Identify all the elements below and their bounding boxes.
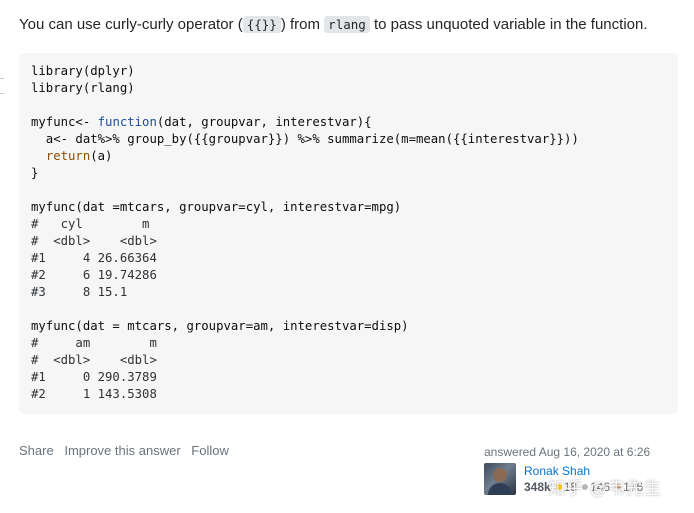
code-line: } (31, 165, 666, 182)
code-token: # <dbl> <dbl> (31, 234, 157, 248)
left-gutter-marks (0, 78, 6, 108)
code-token: # cyl m (31, 217, 150, 231)
code-token: myfunc(dat = mtcars, groupvar=am, intere… (31, 319, 409, 333)
code-token: # <dbl> <dbl> (31, 353, 157, 367)
gutter-mark (0, 78, 4, 79)
gutter-mark (0, 93, 4, 94)
code-token: myfunc(dat =mtcars, groupvar=cyl, intere… (31, 200, 402, 214)
gold-badge-icon (555, 484, 562, 491)
code-line: # cyl m (31, 216, 666, 233)
answered-timestamp: answered Aug 16, 2020 at 6:26 (484, 445, 651, 459)
code-line: myfunc(dat = mtcars, groupvar=am, intere… (31, 318, 666, 335)
intro-text-after: to pass unquoted variable in the functio… (369, 16, 648, 33)
code-line: #1 0 290.3789 (31, 369, 666, 386)
code-token: # am m (31, 336, 157, 350)
code-line: library(rlang) (31, 80, 666, 97)
code-block[interactable]: library(dplyr) library(rlang) myfunc<- fun… (19, 53, 678, 414)
code-token: } (31, 166, 39, 180)
code-token: #1 4 26.66364 (31, 251, 157, 265)
post-menu: Share Improve this answer Follow (19, 443, 236, 458)
code-token: #3 8 15.1 (31, 285, 128, 299)
code-line: myfunc(dat =mtcars, groupvar=cyl, intere… (31, 199, 666, 216)
code-line: myfunc<- function(dat, groupvar, interes… (31, 114, 666, 131)
bronze-badge-count: 176 (623, 480, 644, 494)
code-token: return (45, 149, 91, 163)
code-line: return(a) (31, 148, 666, 165)
share-link[interactable]: Share (19, 443, 54, 458)
code-line: #2 6 19.74286 (31, 267, 666, 284)
silver-badge-count: 146 (590, 480, 611, 494)
code-line: #2 1 143.5308 (31, 386, 666, 403)
silver-badge-icon (582, 484, 589, 491)
improve-answer-link[interactable]: Improve this answer (64, 443, 180, 458)
user-details: Ronak Shah 348k 18 146 176 (524, 463, 643, 495)
intro-text-middle: ) from (280, 16, 325, 33)
code-token: library(dplyr) (31, 64, 135, 78)
inline-code-rlang: rlang (324, 16, 370, 33)
code-token: myfunc<- (31, 115, 98, 129)
code-token: #2 6 19.74286 (31, 268, 157, 282)
user-info: Ronak Shah 348k 18 146 176 (484, 463, 684, 495)
code-token: (a) (90, 149, 113, 163)
answer-intro-text: You can use curly-curly operator ({{}}) … (19, 14, 679, 36)
inline-code-curly: {{}} (242, 16, 281, 33)
code-token: a<- dat%>% group_by({{groupvar}}) %>% su… (31, 132, 579, 146)
code-token: (dat, groupvar, interestvar){ (156, 115, 372, 129)
code-line: #1 4 26.66364 (31, 250, 666, 267)
follow-link[interactable]: Follow (191, 443, 229, 458)
code-line: # am m (31, 335, 666, 352)
avatar[interactable] (484, 463, 516, 495)
code-line: a<- dat%>% group_by({{groupvar}}) %>% su… (31, 131, 666, 148)
intro-text-before: You can use curly-curly operator ( (19, 16, 243, 33)
user-name-link[interactable]: Ronak Shah (524, 464, 590, 478)
code-line: # <dbl> <dbl> (31, 233, 666, 250)
code-token: function (97, 115, 157, 129)
code-line: # <dbl> <dbl> (31, 352, 666, 369)
gold-badge-count: 18 (563, 480, 578, 494)
code-token: library(rlang) (31, 81, 135, 95)
code-line: #3 8 15.1 (31, 284, 666, 301)
code-token: #2 1 143.5308 (31, 387, 157, 401)
code-token: #1 0 290.3789 (31, 370, 157, 384)
user-signature: answered Aug 16, 2020 at 6:26 Ronak Shah… (484, 445, 684, 505)
bronze-badge-icon (615, 484, 622, 491)
reputation-score: 348k (524, 480, 551, 494)
code-line: library(dplyr) (31, 63, 666, 80)
user-stats: 348k 18 146 176 (524, 479, 643, 495)
